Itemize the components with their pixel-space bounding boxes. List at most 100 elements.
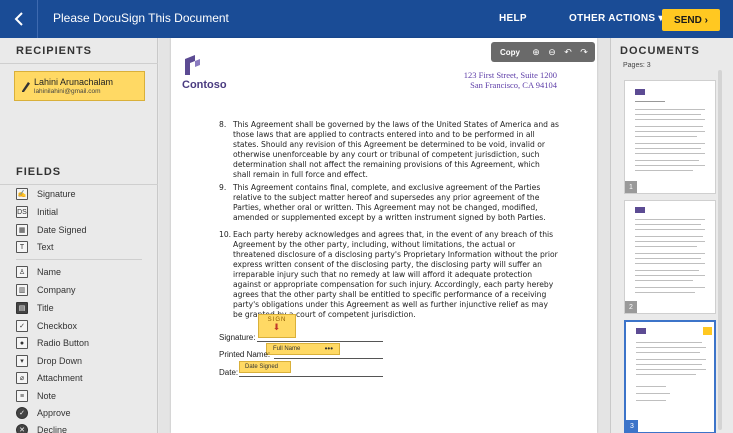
field-attachment[interactable]: ⌀ Attachment [16,370,83,386]
thumb-line [635,170,693,171]
field-label: Attachment [37,373,83,383]
field-initial[interactable]: DS Initial [16,204,58,220]
field-label: Note [37,391,57,401]
copy-button[interactable]: Copy [500,48,520,57]
signature-line [257,341,383,342]
field-label: Signature [37,189,76,199]
date-signed-field[interactable]: Date Signed [239,361,291,373]
documents-panel: DOCUMENTS Pages: 3 1 2 3 [610,38,733,433]
dropdown-icon: ▾ [16,355,28,367]
recipient-card[interactable]: Lahini Arunachalam lahinilahini@gmail.co… [14,71,145,101]
field-label: Text [37,242,54,252]
thumb-line [636,342,702,343]
send-button[interactable]: SEND › [662,9,720,31]
thumb-page-number: 1 [625,181,637,193]
full-name-field[interactable]: Full Name ••• [266,343,340,355]
thumb-line [635,229,705,230]
help-link[interactable]: HELP [499,13,527,24]
thumb-line [635,263,705,264]
thumb-logo [635,207,645,213]
more-options-icon[interactable]: ••• [325,344,333,353]
recipient-email: lahinilahini@gmail.com [34,88,101,95]
printed-name-label: Printed Name: [219,350,271,359]
page-thumbnail-1[interactable]: 1 [624,80,716,194]
field-signature[interactable]: ✍ Signature [16,186,76,202]
company-icon: ▥ [16,284,28,296]
thumb-line [635,143,705,144]
scrollbar[interactable] [718,70,722,430]
document-viewer: Copy ⊕ ⊖ ↶ ↷ Contoso 123 First Street, S… [159,38,610,433]
thumb-line [636,352,700,353]
contoso-logo-icon [181,53,203,82]
clause-text: This Agreement contains final, complete,… [233,183,546,222]
field-company[interactable]: ▥ Company [16,282,76,298]
field-checkbox[interactable]: ✓ Checkbox [16,318,77,334]
attachment-icon: ⌀ [16,372,28,384]
text-icon: T [16,241,28,253]
thumb-line [636,364,702,365]
left-panel: RECIPIENTS Lahini Arunachalam lahinilahi… [0,38,158,433]
clause-8: 8. This Agreement shall be governed by t… [219,120,559,180]
thumb-line [635,101,665,102]
field-label: Approve [37,408,71,418]
field-label: Company [37,285,76,295]
thumb-line [635,119,705,120]
field-label: Initial [37,207,59,217]
field-text[interactable]: T Text [16,239,54,255]
full-name-label: Full Name [273,346,301,352]
page-count: Pages: 3 [623,62,651,69]
sign-field[interactable]: SIGN ⬇ [258,314,296,338]
thumb-line [635,287,705,288]
clause-text: This Agreement shall be governed by the … [233,120,559,179]
clause-number: 10. [219,230,232,239]
page-thumbnail-2[interactable]: 2 [624,200,716,314]
back-button[interactable] [0,0,38,38]
rotate-left-icon[interactable]: ↶ [561,45,575,59]
other-actions-menu[interactable]: OTHER ACTIONS ▾ [569,13,664,24]
recipients-heading: RECIPIENTS [0,38,158,64]
thumb-line [635,109,705,110]
address-line-1: 123 First Street, Suite 1200 [463,70,557,80]
decline-icon: ✕ [16,424,28,433]
download-arrow-icon: ⬇ [272,322,282,332]
date-label: Date: [219,368,239,377]
field-label: Title [37,303,54,313]
calendar-icon: ▦ [16,224,28,236]
rotate-right-icon[interactable]: ↷ [577,45,591,59]
field-drop-down[interactable]: ▾ Drop Down [16,353,82,369]
thumb-line [635,236,703,237]
clause-text: Each party hereby acknowledges and agree… [233,230,558,319]
fields-divider [16,259,142,260]
thumb-line [635,224,701,225]
thumb-page-number: 2 [625,301,637,313]
address-line-2: San Francisco, CA 94104 [470,80,557,90]
thumb-line [635,280,693,281]
thumb-line [635,219,705,220]
field-radio-button[interactable]: ● Radio Button [16,335,89,351]
thumb-line [635,131,705,132]
thumb-line [635,241,705,242]
thumb-line [635,153,705,154]
thumb-line [636,393,670,394]
field-name[interactable]: ♙ Name [16,264,61,280]
field-decline[interactable]: ✕ Decline [16,422,67,433]
field-label: Radio Button [37,338,90,348]
field-label: Checkbox [37,321,78,331]
date-line [239,376,383,377]
page-thumbnail-3[interactable]: 3 [624,320,716,433]
thumb-line [636,374,696,375]
field-approve[interactable]: ✓ Approve [16,405,71,421]
zoom-out-icon[interactable]: ⊖ [545,45,559,59]
approve-icon: ✓ [16,407,28,419]
thumb-line [635,253,705,254]
thumb-line [635,126,703,127]
recipient-name: Lahini Arunachalam [34,77,114,87]
thumb-line [635,292,695,293]
field-note[interactable]: ≡ Note [16,388,56,404]
field-title[interactable]: ▤ Title [16,300,54,316]
thumb-line [635,275,705,276]
signature-marker-icon [703,327,712,335]
zoom-in-icon[interactable]: ⊕ [529,45,543,59]
document-page: Copy ⊕ ⊖ ↶ ↷ Contoso 123 First Street, S… [171,38,597,433]
field-date-signed[interactable]: ▦ Date Signed [16,222,87,238]
